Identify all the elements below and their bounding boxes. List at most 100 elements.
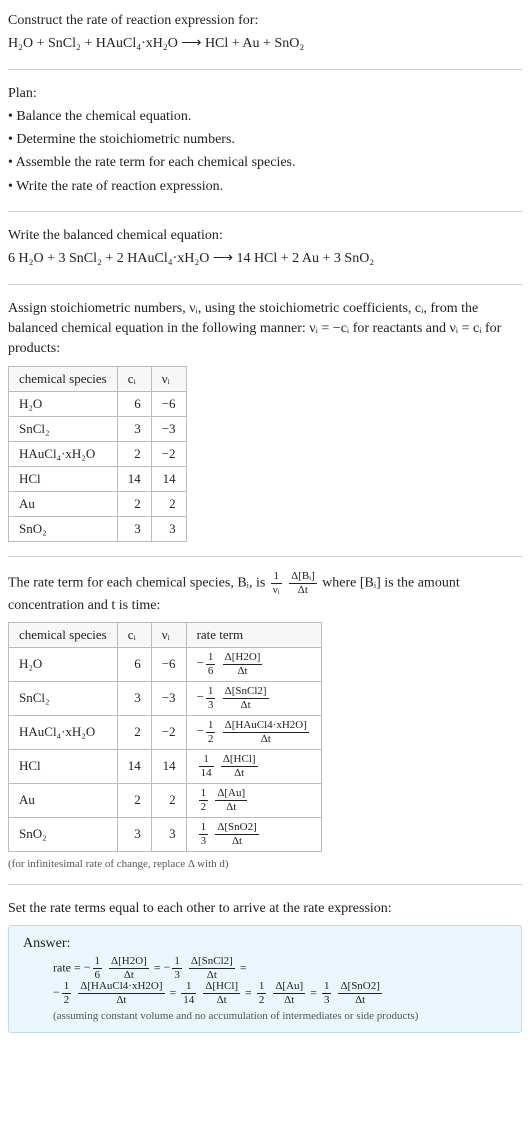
cell-vi: −3 — [151, 416, 186, 441]
cell-species: SnO₂ — [9, 516, 118, 541]
cell-ci: 2 — [117, 441, 151, 466]
delta-frac: Δ[HAuCl4·xH2O]Δt — [78, 981, 164, 1006]
rate-terms-table: chemical species cᵢ νᵢ rate term H₂O 6 −… — [8, 622, 322, 852]
unbalanced-equation: H₂O + SnCl₂ + HAuCl₄·xH₂O ⟶ HCl + Au + S… — [8, 34, 522, 54]
cell-ci: 2 — [117, 783, 151, 817]
col-vi: νᵢ — [151, 622, 186, 647]
cell-vi: 2 — [151, 491, 186, 516]
cell-ci: 2 — [117, 491, 151, 516]
cell-ci: 14 — [117, 466, 151, 491]
cell-ci: 3 — [117, 681, 151, 715]
coef-frac: 114 — [181, 981, 196, 1006]
plan-heading: Plan: — [8, 84, 522, 104]
delta-frac: Δ[SnCl2]Δt — [223, 686, 269, 711]
cell-vi: −6 — [151, 391, 186, 416]
coef-frac: 12 — [257, 981, 267, 1006]
stoich-intro: Assign stoichiometric numbers, νᵢ, using… — [8, 299, 522, 360]
table-row: H₂O 6 −6 −16 Δ[H2O]Δt — [9, 647, 322, 681]
plan-item: • Write the rate of reaction expression. — [8, 177, 522, 197]
col-ci: cᵢ — [117, 622, 151, 647]
cell-ci: 6 — [117, 391, 151, 416]
cell-ci: 6 — [117, 647, 151, 681]
final-heading: Set the rate terms equal to each other t… — [8, 899, 522, 919]
coef-frac: 12 — [206, 720, 216, 745]
balanced-heading: Write the balanced chemical equation: — [8, 226, 522, 246]
delta-frac: Δ[Au]Δt — [215, 788, 247, 813]
cell-vi: 3 — [151, 817, 186, 851]
col-vi: νᵢ — [151, 366, 186, 391]
cell-rate-term: 13 Δ[SnO2]Δt — [186, 817, 321, 851]
balanced-equation: 6 H₂O + 3 SnCl₂ + 2 HAuCl₄·xH₂O ⟶ 14 HCl… — [8, 249, 522, 269]
col-species: chemical species — [9, 366, 118, 391]
answer-title: Answer: — [23, 936, 507, 952]
cell-species: H₂O — [9, 647, 118, 681]
col-ci: cᵢ — [117, 366, 151, 391]
table-row: HCl1414 — [9, 466, 187, 491]
cell-species: HAuCl₄·xH₂O — [9, 715, 118, 749]
cell-vi: 2 — [151, 783, 186, 817]
cell-ci: 2 — [117, 715, 151, 749]
table-row: H₂O6−6 — [9, 391, 187, 416]
cell-species: H₂O — [9, 391, 118, 416]
cell-rate-term: −13 Δ[SnCl2]Δt — [186, 681, 321, 715]
cell-ci: 3 — [117, 817, 151, 851]
table-row: HAuCl₄·xH₂O2−2 — [9, 441, 187, 466]
cell-vi: 14 — [151, 749, 186, 783]
stoich-table: chemical species cᵢ νᵢ H₂O6−6 SnCl₂3−3 H… — [8, 366, 187, 542]
final-section: Set the rate terms equal to each other t… — [8, 899, 522, 1033]
coef-frac: 16 — [93, 956, 103, 981]
cell-ci: 3 — [117, 416, 151, 441]
delta-frac: Δ[HCl]Δt — [203, 981, 240, 1006]
cell-species: HCl — [9, 749, 118, 783]
coef-frac: 13 — [322, 981, 332, 1006]
table-row: SnCl₂3−3 — [9, 416, 187, 441]
table-header-row: chemical species cᵢ νᵢ rate term — [9, 622, 322, 647]
delta-frac: Δ[SnCl2]Δt — [189, 956, 235, 981]
table-row: SnO₂33 — [9, 516, 187, 541]
cell-ci: 14 — [117, 749, 151, 783]
delta-frac: Δ[Au]Δt — [273, 981, 305, 1006]
cell-rate-term: −12 Δ[HAuCl4·xH2O]Δt — [186, 715, 321, 749]
table-row: HAuCl₄·xH₂O 2 −2 −12 Δ[HAuCl4·xH2O]Δt — [9, 715, 322, 749]
rate-terms-note: (for infinitesimal rate of change, repla… — [8, 858, 522, 870]
cell-species: SnCl₂ — [9, 416, 118, 441]
cell-vi: 14 — [151, 466, 186, 491]
coef-frac: 12 — [62, 981, 72, 1006]
balanced-section: Write the balanced chemical equation: 6 … — [8, 226, 522, 270]
cell-vi: −6 — [151, 647, 186, 681]
intro-prompt: Construct the rate of reaction expressio… — [8, 11, 522, 31]
cell-vi: −2 — [151, 715, 186, 749]
intro-section: Construct the rate of reaction expressio… — [8, 11, 522, 55]
cell-ci: 3 — [117, 516, 151, 541]
divider — [8, 211, 522, 212]
rate-intro-frac2: Δ[Bᵢ]Δt — [289, 571, 317, 596]
answer-box: Answer: rate = −16 Δ[H2O]Δt = −13 Δ[SnCl… — [8, 925, 522, 1033]
cell-species: SnO₂ — [9, 817, 118, 851]
coef-frac: 12 — [199, 788, 209, 813]
delta-frac: Δ[H2O]Δt — [223, 652, 263, 677]
plan-item: • Assemble the rate term for each chemic… — [8, 153, 522, 173]
cell-species: HAuCl₄·xH₂O — [9, 441, 118, 466]
col-rate-term: rate term — [186, 622, 321, 647]
rate-intro-frac1: 1νᵢ — [271, 571, 282, 596]
cell-rate-term: 114 Δ[HCl]Δt — [186, 749, 321, 783]
answer-assumption: (assuming constant volume and no accumul… — [23, 1010, 507, 1022]
table-row: Au22 — [9, 491, 187, 516]
col-species: chemical species — [9, 622, 118, 647]
delta-frac: Δ[H2O]Δt — [109, 956, 149, 981]
table-row: SnCl₂ 3 −3 −13 Δ[SnCl2]Δt — [9, 681, 322, 715]
plan-item: • Determine the stoichiometric numbers. — [8, 130, 522, 150]
cell-vi: −2 — [151, 441, 186, 466]
coef-frac: 13 — [199, 822, 209, 847]
cell-rate-term: −16 Δ[H2O]Δt — [186, 647, 321, 681]
table-header-row: chemical species cᵢ νᵢ — [9, 366, 187, 391]
divider — [8, 69, 522, 70]
delta-frac: Δ[HCl]Δt — [221, 754, 258, 779]
coef-frac: 13 — [206, 686, 216, 711]
coef-frac: 13 — [172, 956, 182, 981]
cell-rate-term: 12 Δ[Au]Δt — [186, 783, 321, 817]
answer-rate-expression: rate = −16 Δ[H2O]Δt = −13 Δ[SnCl2]Δt = −… — [23, 956, 507, 1006]
coef-frac: 114 — [199, 754, 214, 779]
cell-species: SnCl₂ — [9, 681, 118, 715]
coef-frac: 16 — [206, 652, 216, 677]
